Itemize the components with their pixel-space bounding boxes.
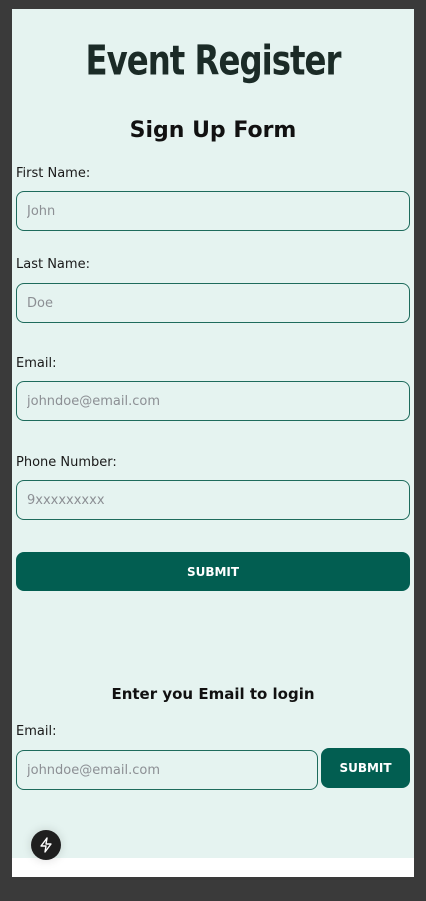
email-input[interactable]	[16, 381, 410, 421]
login-email-input[interactable]	[16, 750, 318, 790]
email-label: Email:	[16, 356, 57, 371]
signup-form-title: Sign Up Form	[129, 118, 297, 143]
login-email-label: Email:	[16, 724, 57, 739]
phone-number-label: Phone Number:	[16, 455, 117, 470]
signup-submit-button[interactable]: SUBMIT	[16, 552, 410, 591]
login-submit-button[interactable]: SUBMIT	[321, 748, 410, 788]
lightning-fab-button[interactable]	[31, 830, 61, 860]
lightning-bolt-icon	[40, 837, 52, 853]
first-name-label: First Name:	[16, 166, 91, 181]
last-name-input[interactable]	[16, 283, 410, 323]
main-content: Event Register Sign Up Form First Name: …	[12, 9, 414, 858]
first-name-input[interactable]	[16, 191, 410, 231]
app-viewport: Event Register Sign Up Form First Name: …	[12, 9, 414, 877]
phone-number-input[interactable]	[16, 480, 410, 520]
login-title: Enter you Email to login	[111, 685, 315, 703]
brand-title: Event Register	[85, 37, 342, 86]
last-name-label: Last Name:	[16, 257, 90, 272]
